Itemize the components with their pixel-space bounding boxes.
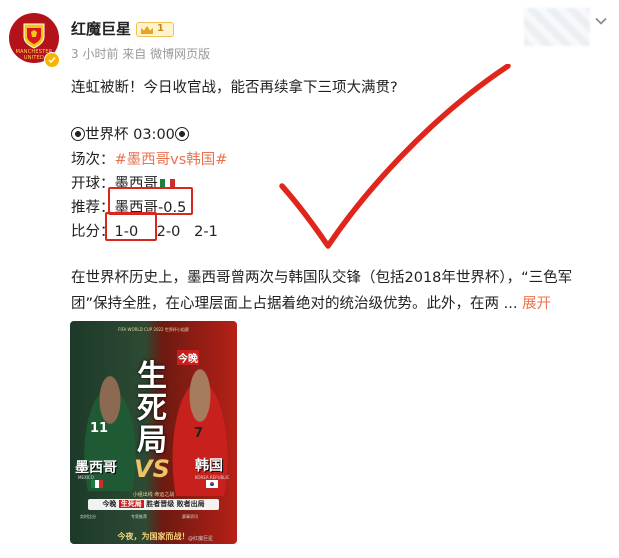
poster-bar-suffix: 胜者晋级 败者出局: [146, 500, 205, 508]
venue-line: 场次：#墨西哥vs韩国#: [71, 148, 227, 169]
poster-bar: 今晚 生死局 胜者晋级 败者出局: [88, 499, 219, 510]
poster-icon-row: 实时比分 专家推荐 赛事资讯: [80, 514, 227, 520]
poster-tonight: 今晚: [177, 350, 199, 365]
poster-watermark: @红魔巨星: [188, 536, 214, 542]
expand-link[interactable]: 展开: [522, 296, 551, 312]
chevron-down-icon[interactable]: [594, 14, 608, 28]
paragraph-text: 在世界杯历史上，墨西哥曾两次与韩国队交锋（包括2018年世界杯），“三色军团”保…: [71, 270, 573, 312]
highlight-box-tip: [108, 187, 193, 215]
poster-icon-label: 实时比分: [80, 514, 96, 519]
checkmark-annotation-icon: [279, 64, 511, 249]
post-paragraph: 在世界杯历史上，墨西哥曾两次与韩国队交锋（包括2018年世界杯），“三色军团”保…: [71, 265, 601, 317]
user-name[interactable]: 红魔巨星: [71, 18, 131, 39]
match-line: 世界杯 03:00: [71, 123, 189, 144]
poster-title: 生死局: [137, 359, 167, 458]
blurred-follow-area: [524, 8, 590, 46]
score-option: 2-1: [194, 224, 218, 240]
highlight-box-score: [105, 212, 157, 241]
vip-level: 1: [157, 23, 164, 34]
jersey-number-left: 11: [90, 421, 109, 436]
club-crest-icon: [23, 23, 45, 49]
soccer-ball-icon: [174, 127, 189, 141]
soccer-ball-icon: [71, 127, 85, 141]
post-meta: 3 小时前 来自 微博网页版: [71, 47, 211, 61]
crown-icon: [141, 26, 153, 34]
vip-badge[interactable]: 1: [136, 22, 174, 37]
poster-bar-prefix: 今晚: [102, 500, 117, 508]
score-option: 2-0: [156, 224, 181, 240]
match-time: 世界杯 03:00: [85, 127, 175, 143]
jersey-number-right: 7: [194, 426, 204, 441]
verified-icon: [44, 52, 60, 68]
poster-bar-highlight: 生死局: [118, 500, 144, 508]
poster-icon-label: 专家推荐: [131, 514, 147, 519]
mexico-flag-icon: [91, 480, 103, 488]
poster-top-text: FIFA WORLD CUP 2022 世界杯小组赛: [118, 327, 189, 332]
poster-tagline: 小组出线 命运之战: [132, 492, 175, 498]
venue-label: 场次：: [71, 152, 115, 168]
poster-icon-label: 赛事资讯: [182, 514, 198, 519]
venue-topic-link[interactable]: #墨西哥vs韩国#: [115, 152, 228, 168]
poster-team-left: 墨西哥: [75, 460, 117, 476]
post-image[interactable]: 11 7 FIFA WORLD CUP 2022 世界杯小组赛 今晚 生死局 墨…: [70, 321, 237, 544]
korea-flag-icon: [206, 480, 218, 488]
poster-vs: VS: [134, 455, 170, 483]
poster-team-right: 韩国: [195, 458, 223, 474]
